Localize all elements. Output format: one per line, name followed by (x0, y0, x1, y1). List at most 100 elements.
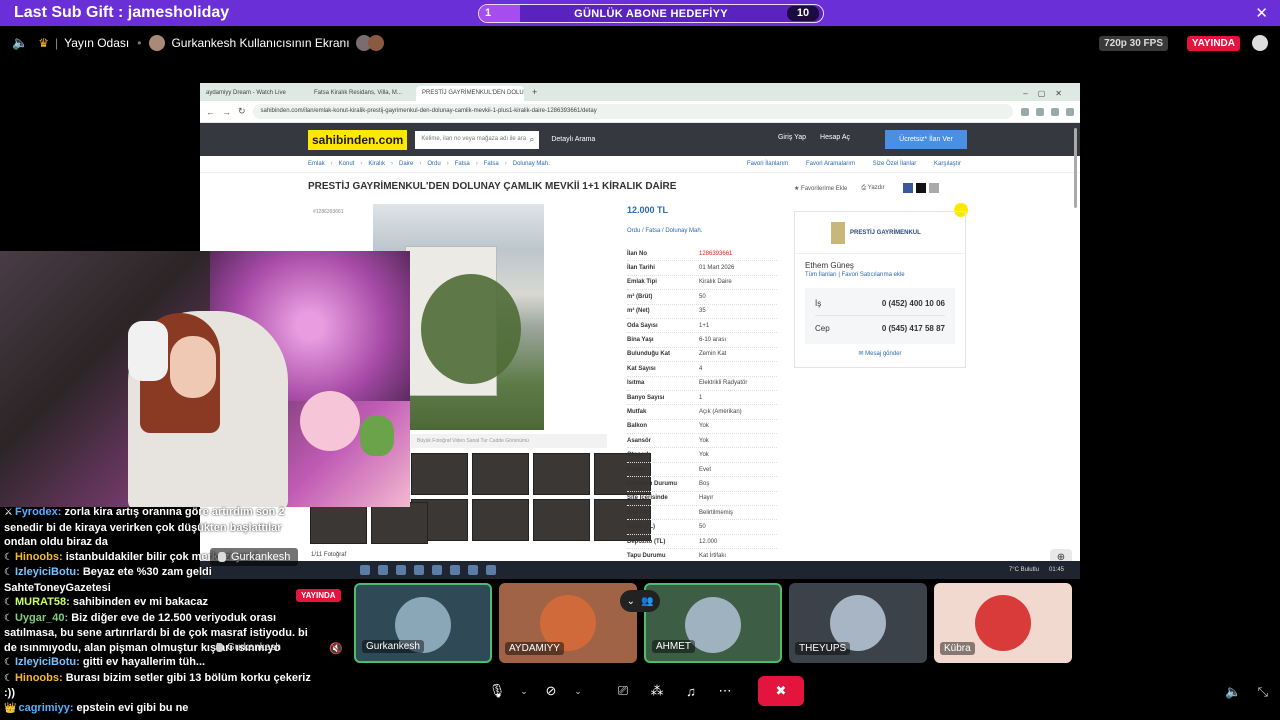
chat-username[interactable]: MURAT58: (15, 596, 70, 608)
microphone-icon[interactable]: 🎙 (482, 676, 512, 706)
url-field[interactable]: sahibinden.com/ilan/emlak-konut-kiralik-… (252, 104, 1013, 119)
seller-office[interactable]: PRESTİJ GAYRİMENKUL (850, 230, 921, 236)
chat-username[interactable]: Hinoobs: (15, 672, 63, 684)
view-controls: 🔈 ⤡ (1225, 684, 1268, 700)
advanced-search-link[interactable]: Detaylı Arama (551, 136, 595, 143)
post-ad-button[interactable]: Ücretsiz* İlan Ver (885, 130, 967, 149)
chat-username[interactable]: Hinoobs: (15, 551, 63, 563)
chat-username[interactable]: Uygar_40: (15, 612, 68, 624)
taskbar-app-icon[interactable] (360, 565, 370, 575)
breadcrumb-item[interactable]: Dolunay Mah. (513, 161, 550, 167)
attribute-value: 50 (699, 524, 706, 531)
volume-off-icon[interactable]: 🔈 (1225, 684, 1241, 700)
user-shortcuts: Favori İlanlarım Favori Aramalarım Size … (737, 161, 967, 167)
participant-tile[interactable]: THEYUPS (789, 583, 927, 663)
mute-icon[interactable]: 🔇 (329, 642, 343, 655)
attribute-key: Banyo Sayısı (627, 394, 665, 401)
participants-toggle[interactable]: ⌄ 👥 (620, 590, 660, 612)
facebook-icon[interactable] (902, 183, 913, 193)
register-link[interactable]: Hesap Aç (820, 134, 850, 141)
breadcrumb-item[interactable]: Fatsa (455, 161, 470, 167)
scrollbar[interactable] (1074, 128, 1077, 208)
photo-thumbnail[interactable] (533, 453, 590, 495)
chat-badge-icon: ☾ (4, 567, 13, 578)
taskbar-app-icon[interactable] (468, 565, 478, 575)
breadcrumb-item[interactable]: Ordu (427, 161, 440, 167)
chevron-down-icon[interactable]: ⌄ (570, 676, 586, 706)
photo-thumbnail[interactable] (533, 499, 590, 541)
photo-thumbnail[interactable] (411, 453, 468, 495)
new-tab-icon[interactable]: + (524, 83, 545, 101)
taskbar-app-icon[interactable] (396, 565, 406, 575)
taskbar-app-icon[interactable] (378, 565, 388, 575)
windows-taskbar: 7°C Bulutlu 01:45 (200, 561, 1080, 579)
chevron-down-icon[interactable]: ⌄ (516, 676, 532, 706)
reload-icon[interactable]: ↻ (238, 106, 246, 117)
photo-thumbnail[interactable] (472, 453, 529, 495)
add-favorite-link[interactable]: ★ Favorilerime Ekle (794, 185, 847, 192)
chat-username[interactable]: IzleyiciBotu: (15, 656, 80, 668)
print-link[interactable]: ⎙ Yazdır (861, 185, 884, 192)
search-icon[interactable]: ⌕ (529, 134, 534, 145)
breadcrumb-item[interactable]: Emlak (308, 161, 325, 167)
close-icon[interactable]: ✕ (1255, 4, 1268, 22)
soundboard-icon[interactable]: ♫ (676, 676, 706, 706)
breadcrumb-item[interactable]: Konut (339, 161, 355, 167)
photo-thumbnail[interactable] (371, 502, 428, 544)
site-header: sahibinden.com Kelime, ilan no veya mağa… (200, 123, 1080, 156)
attribute-row: Depozito (TL) 12.000 (627, 535, 777, 550)
chat-username[interactable]: cagrimiyy: (18, 702, 73, 714)
browser-tab-active[interactable]: PRESTİJ GAYRİMENKUL'DEN DOLU... (416, 86, 524, 101)
extension-icon[interactable] (1051, 107, 1059, 116)
screen-share-icon[interactable]: ⎚ (608, 676, 638, 706)
attribute-key: Asansör (627, 437, 652, 444)
login-link[interactable]: Giriş Yap (778, 134, 806, 141)
window-controls-icon[interactable]: –▢✕ (1015, 86, 1080, 101)
listing-location[interactable]: Ordu / Fatsa / Dolunay Mah. (627, 228, 702, 234)
breadcrumb-item[interactable]: Fatsa (484, 161, 499, 167)
participant-tile[interactable]: AYDAMIYY (499, 583, 637, 663)
activities-icon[interactable]: ⁂ (642, 676, 672, 706)
participant-tile[interactable]: Kübra (934, 583, 1072, 663)
chat-username[interactable]: IzleyiciBotu: (15, 566, 80, 578)
speaker-icon[interactable]: 🔈 (12, 35, 28, 51)
favorite-listings-link[interactable]: Favori İlanlarım (747, 161, 788, 167)
compare-link[interactable]: Karşılaştır (934, 161, 961, 167)
attribute-value: 4 (699, 365, 703, 372)
attribute-value: 12.000 (699, 538, 718, 545)
listing-price: 12.000 TL (627, 205, 669, 215)
participant-tile[interactable]: Gurkankesh (354, 583, 492, 663)
taskbar-app-icon[interactable] (432, 565, 442, 575)
taskbar-app-icon[interactable] (450, 565, 460, 575)
email-icon[interactable] (928, 183, 939, 193)
participant-tile[interactable]: AHMET (644, 583, 782, 663)
photo-toolbar[interactable]: Büyük Fotoğraf Video Sanal Tur Cadde Gör… (411, 434, 607, 448)
breadcrumb-item[interactable]: Daire (399, 161, 413, 167)
send-message-link[interactable]: ✉ Mesaj gönder (795, 350, 965, 357)
site-logo[interactable]: sahibinden.com (308, 129, 408, 150)
profile-icon[interactable] (1066, 107, 1074, 116)
browser-tab[interactable]: aydamiyy Dream - Watch Live (200, 86, 308, 101)
chat-username[interactable]: Fyrodex: (15, 506, 61, 518)
x-icon[interactable] (915, 183, 926, 193)
site-search-input[interactable]: Kelime, ilan no veya mağaza adı ile ara … (415, 130, 540, 149)
back-icon[interactable]: ← (206, 107, 215, 117)
special-listings-link[interactable]: Size Özel İlanlar (873, 161, 917, 167)
photo-thumbnail[interactable] (310, 502, 367, 544)
forward-icon[interactable]: → (222, 107, 231, 117)
taskbar-app-icon[interactable] (486, 565, 496, 575)
extension-icon[interactable] (1036, 107, 1044, 116)
seller-links[interactable]: Tüm İlanları | Favori Satıcılarıma ekle (795, 270, 965, 284)
leave-call-icon[interactable]: ✖ (758, 676, 804, 706)
chat-bubble-icon[interactable] (1252, 35, 1268, 51)
photo-thumbnail[interactable] (472, 499, 529, 541)
seller-logo[interactable] (831, 221, 845, 244)
browser-tab[interactable]: Fatsa Kiralık Residans, Villa, M... (308, 86, 416, 101)
taskbar-app-icon[interactable] (414, 565, 424, 575)
more-icon[interactable]: ⋯ (710, 676, 740, 706)
favorite-searches-link[interactable]: Favori Aramalarım (806, 161, 855, 167)
extension-icon[interactable] (1021, 107, 1029, 116)
breadcrumb-item[interactable]: Kiralık (368, 161, 385, 167)
exit-fullscreen-icon[interactable]: ⤡ (1258, 684, 1268, 700)
camera-off-icon[interactable]: ⊘ (536, 676, 566, 706)
